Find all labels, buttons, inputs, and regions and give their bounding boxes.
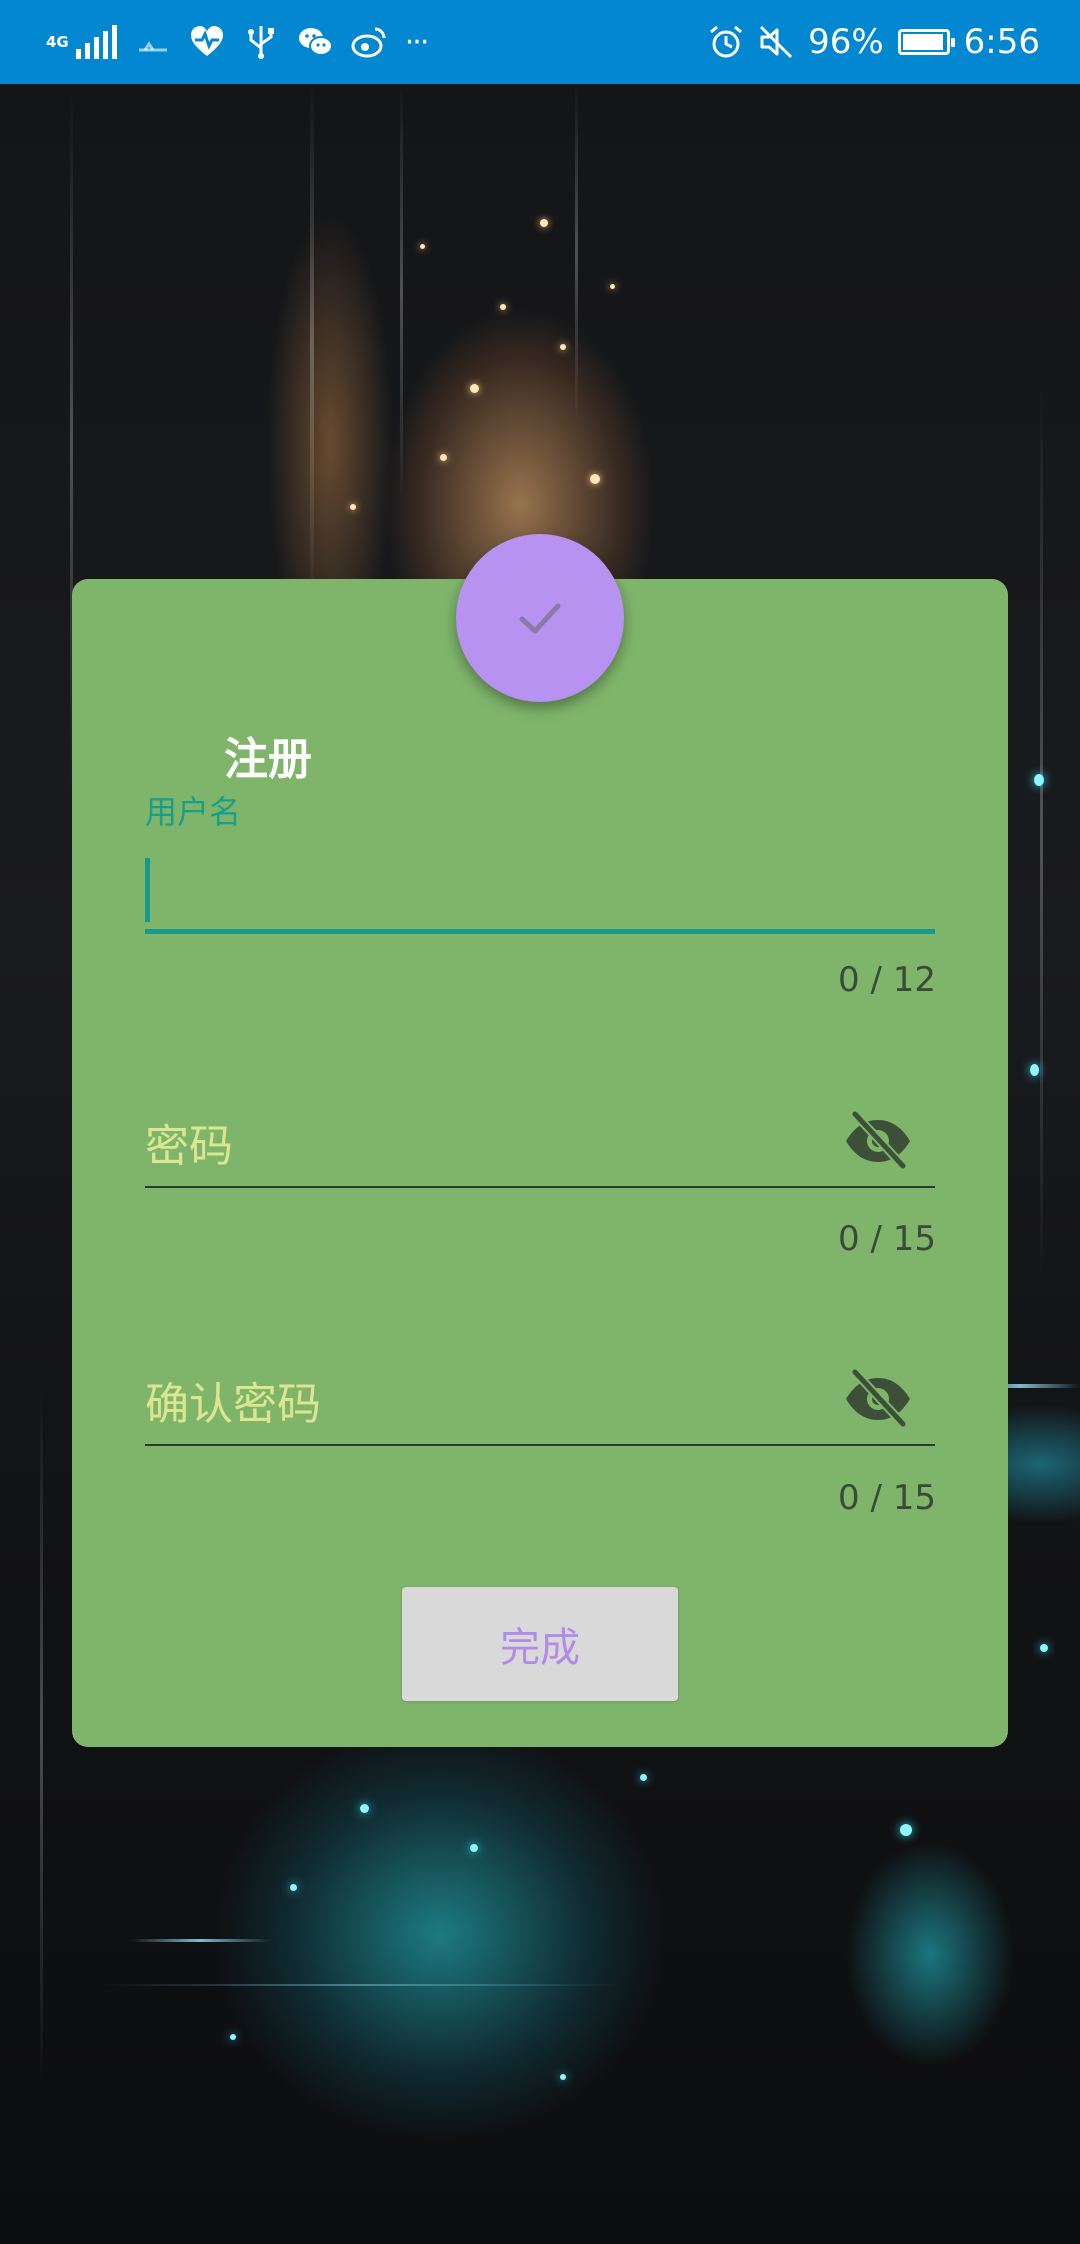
confirm-password-char-counter: 0 / 15 [838, 1478, 936, 1518]
usb-icon [247, 26, 274, 59]
username-input[interactable] [159, 852, 839, 934]
battery-fill [902, 34, 943, 50]
battery-icon [897, 29, 955, 55]
battery-percent: 96% [808, 22, 884, 62]
password-char-counter: 0 / 15 [838, 1219, 936, 1259]
username-field[interactable] [145, 852, 935, 934]
text-cursor [145, 858, 150, 922]
heart-rate-icon [190, 26, 223, 56]
clock: 6:56 [963, 22, 1040, 62]
signal-icon: 4G [46, 25, 117, 59]
dialog-title: 注册 [224, 734, 312, 785]
done-button[interactable]: 完成 [402, 1587, 678, 1701]
check-icon [519, 603, 561, 634]
status-bar-right-icons: 96% 6:56 [708, 0, 1040, 84]
password-underline [145, 1186, 935, 1188]
password-input[interactable] [145, 1104, 825, 1188]
username-label: 用户名 [145, 793, 242, 831]
network-type-label: 4G [46, 32, 69, 51]
register-screen: 4G ··· 96% 6:56 注册 用户名 0 / 12 0 / 15 0 /… [0, 0, 1080, 2244]
eye-off-icon[interactable] [843, 1364, 913, 1434]
weibo-icon [351, 27, 386, 58]
more-notifications-indicator: ··· [404, 24, 430, 60]
wechat-icon [298, 28, 333, 56]
data-activity-icon [138, 41, 167, 52]
password-field[interactable] [145, 1104, 935, 1188]
username-char-counter: 0 / 12 [838, 960, 936, 1000]
dialog-header-badge [456, 534, 624, 702]
confirm-password-field[interactable] [145, 1362, 935, 1446]
mute-icon [760, 25, 793, 59]
alarm-icon [710, 25, 743, 58]
status-bar-left-icons: 4G ··· [46, 0, 430, 84]
status-bar: 4G ··· 96% 6:56 [0, 0, 1080, 84]
username-underline [145, 929, 935, 934]
confirm-password-input[interactable] [145, 1362, 825, 1446]
eye-off-icon[interactable] [843, 1106, 913, 1176]
confirm-password-underline [145, 1444, 935, 1446]
